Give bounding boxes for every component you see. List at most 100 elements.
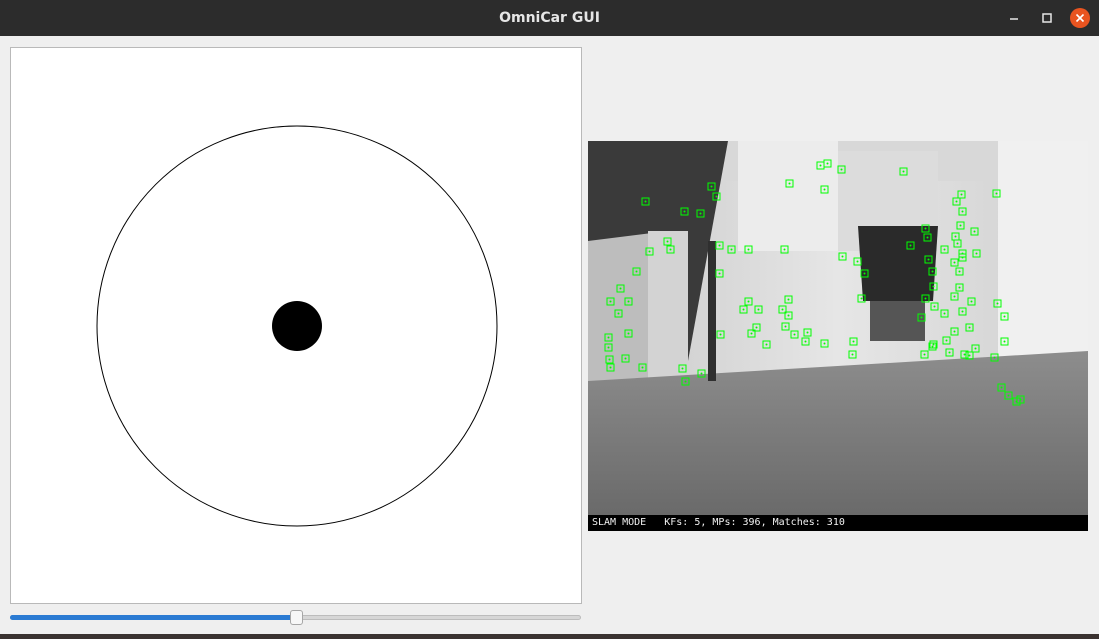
close-button[interactable] — [1070, 8, 1090, 28]
feature-dot — [793, 333, 796, 336]
slider-fill — [10, 615, 296, 620]
feature-dot — [953, 330, 956, 333]
slider-handle[interactable] — [289, 610, 303, 625]
feature-dot — [970, 300, 973, 303]
feature-dot — [750, 332, 753, 335]
feature-dot — [948, 351, 951, 354]
feature-dot — [627, 332, 630, 335]
feature-dot — [683, 210, 686, 213]
feature-dot — [927, 258, 930, 261]
feature-dot — [666, 240, 669, 243]
feature-dot — [781, 308, 784, 311]
feature-dot — [923, 353, 926, 356]
feature-dot — [840, 168, 843, 171]
feature-dot — [974, 347, 977, 350]
feature-dot — [710, 185, 713, 188]
feature-dot — [804, 340, 807, 343]
window-title: OmniCar GUI — [499, 10, 600, 26]
feature-dot — [757, 308, 760, 311]
feature-dot — [784, 325, 787, 328]
feature-dot — [619, 287, 622, 290]
feature-dot — [955, 200, 958, 203]
feature-dot — [1003, 315, 1006, 318]
feature-dot — [607, 346, 610, 349]
feature-dot — [968, 354, 971, 357]
maximize-icon — [1042, 13, 1052, 23]
feature-dot — [819, 164, 822, 167]
feature-dot — [961, 210, 964, 213]
feature-dot — [932, 343, 935, 346]
feature-dot — [1000, 386, 1003, 389]
feature-dot — [996, 302, 999, 305]
feature-dot — [730, 248, 733, 251]
feature-dot — [945, 339, 948, 342]
feature-dot — [826, 162, 829, 165]
feature-dot — [958, 270, 961, 273]
feature-dot — [609, 300, 612, 303]
feature-dot — [755, 326, 758, 329]
feature-dot — [644, 200, 647, 203]
feature-dot — [747, 248, 750, 251]
feature-dot — [926, 236, 929, 239]
feature-dot — [699, 212, 702, 215]
feature-dot — [1003, 340, 1006, 343]
feature-dot — [863, 272, 866, 275]
feature-dot — [788, 182, 791, 185]
feature-dot — [902, 170, 905, 173]
feature-dot — [718, 244, 721, 247]
feature-dot — [931, 345, 934, 348]
feature-dot — [823, 342, 826, 345]
feature-dot — [719, 333, 722, 336]
feature-dot — [924, 227, 927, 230]
feature-dot — [609, 366, 612, 369]
feature-dot — [1019, 398, 1022, 401]
feature-dot — [608, 358, 611, 361]
feature-dot — [624, 357, 627, 360]
feature-dot — [933, 305, 936, 308]
feature-dot — [765, 343, 768, 346]
feature-dot — [931, 270, 934, 273]
feature-dot — [669, 248, 672, 251]
camera-image — [588, 141, 1088, 515]
feature-dot — [841, 255, 844, 258]
feature-dot — [1007, 394, 1010, 397]
feature-dot — [973, 230, 976, 233]
feature-dot — [635, 270, 638, 273]
feature-dot — [700, 372, 703, 375]
feature-dot — [641, 366, 644, 369]
app-window: OmniCar GUI SLAM MODE KFs: 5, MPs: 396, … — [0, 0, 1099, 639]
feature-dot — [860, 297, 863, 300]
feature-dot — [993, 356, 996, 359]
minimize-button[interactable] — [1004, 8, 1024, 28]
feature-dot — [851, 353, 854, 356]
feature-dot — [607, 336, 610, 339]
feature-dot — [681, 367, 684, 370]
feature-dot — [959, 224, 962, 227]
maximize-button[interactable] — [1037, 8, 1057, 28]
camera-view: SLAM MODE KFs: 5, MPs: 396, Matches: 310 — [588, 141, 1088, 531]
feature-dot — [806, 331, 809, 334]
joystick-pad[interactable] — [10, 47, 582, 604]
feature-dot — [958, 286, 961, 289]
feature-dot — [787, 314, 790, 317]
feature-dot — [909, 244, 912, 247]
feature-dot — [684, 380, 687, 383]
feature-dot — [852, 340, 855, 343]
feature-dot — [787, 298, 790, 301]
joystick-knob[interactable] — [272, 301, 322, 351]
title-bar[interactable]: OmniCar GUI — [0, 0, 1099, 36]
feature-dot — [932, 285, 935, 288]
feature-dot — [954, 235, 957, 238]
feature-dot — [963, 353, 966, 356]
feature-dot — [975, 252, 978, 255]
feature-dot — [943, 312, 946, 315]
feature-dot — [960, 193, 963, 196]
feature-dot — [943, 248, 946, 251]
feature-dot — [968, 326, 971, 329]
feature-dot — [648, 250, 651, 253]
feature-dot — [856, 260, 859, 263]
feature-dot — [747, 300, 750, 303]
speed-slider[interactable] — [10, 609, 582, 627]
feature-dot — [783, 248, 786, 251]
feature-dot — [961, 310, 964, 313]
